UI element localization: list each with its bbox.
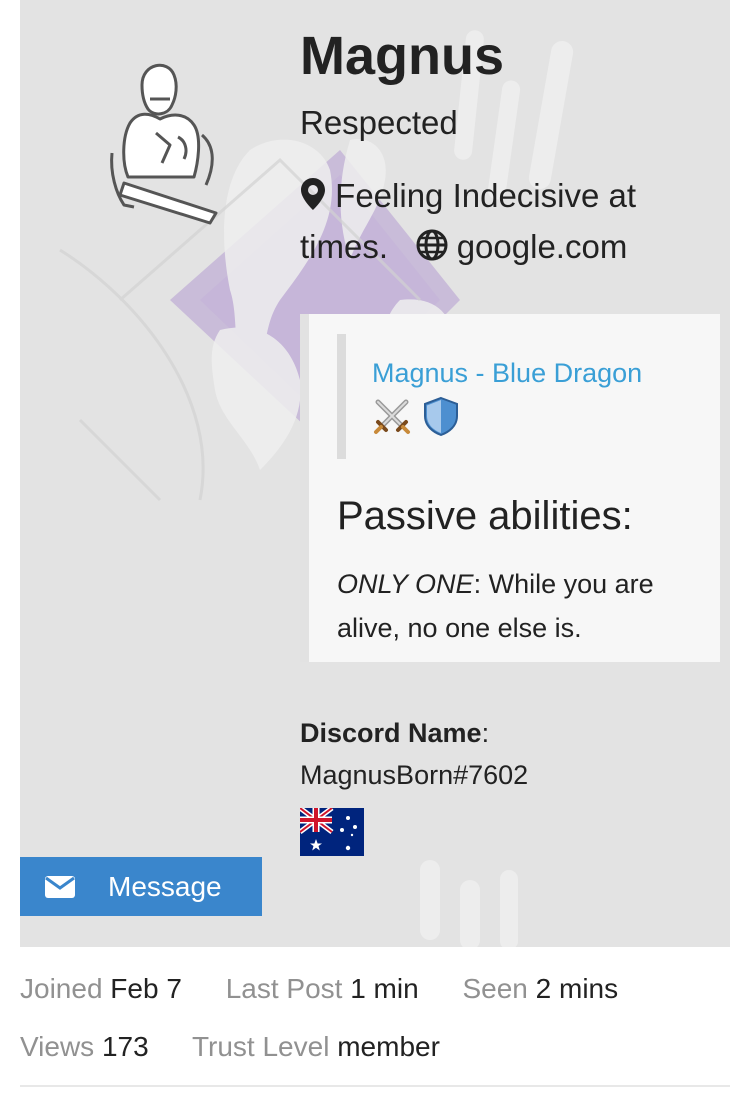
stat-views: Views 173 (20, 1031, 149, 1062)
avatar[interactable] (90, 45, 230, 225)
profile-hero: Magnus Respected Feeling Indecisive at t… (20, 0, 730, 947)
stat-value: member (337, 1031, 440, 1062)
discord-colon: : (481, 718, 490, 748)
ability-name: ONLY ONE (337, 569, 474, 599)
stat-value: 1 min (350, 973, 419, 1004)
map-marker-icon (301, 178, 325, 210)
stat-joined: Joined Feb 7 (20, 973, 182, 1004)
message-button[interactable]: Message (20, 857, 262, 916)
discord-name: MagnusBorn#7602 (300, 760, 529, 790)
username: Magnus (300, 26, 505, 86)
stat-trust-level: Trust Level member (192, 1031, 440, 1062)
stat-label: Seen (462, 973, 528, 1004)
emoji-row (372, 396, 707, 438)
discord-label: Discord Name (300, 718, 482, 748)
envelope-icon (45, 875, 75, 898)
globe-icon (416, 229, 448, 261)
website-link[interactable]: google.com (457, 228, 628, 265)
shield-icon (424, 396, 459, 437)
message-button-label: Message (108, 870, 222, 902)
location-line: Feeling Indecisive at times. google.com (300, 170, 690, 272)
bottom-divider (20, 1085, 730, 1087)
stat-value: 2 mins (535, 973, 619, 1004)
stat-label: Trust Level (191, 1031, 330, 1062)
user-stats: Joined Feb 7 Last Post 1 min Seen 2 mins… (20, 962, 730, 1078)
quote-link[interactable]: Magnus - Blue Dragon (372, 356, 707, 390)
stats-row: Joined Feb 7 Last Post 1 min Seen 2 mins (20, 962, 730, 1020)
stat-label: Last Post (225, 973, 343, 1004)
bio-card: Magnus - Blue Dragon Passive abilities: … (300, 314, 720, 662)
stat-value: Feb 7 (110, 973, 182, 1004)
stat-label: Views (20, 1031, 95, 1062)
crossed-swords-icon (374, 399, 410, 434)
stat-last-post: Last Post 1 min (226, 973, 419, 1004)
stats-row: Views 173 Trust Level member (20, 1020, 730, 1078)
bio-quote: Magnus - Blue Dragon (337, 334, 707, 459)
stat-label: Joined (20, 973, 103, 1004)
passive-ability-text: ONLY ONE: While you are alive, no one el… (337, 562, 707, 650)
australia-flag-icon (300, 808, 364, 856)
stat-seen: Seen 2 mins (462, 973, 618, 1004)
discord-field: Discord Name: MagnusBorn#7602 (300, 712, 528, 796)
passive-abilities-heading: Passive abilities: (337, 494, 633, 538)
user-title: Respected (300, 104, 458, 141)
stat-value: 173 (101, 1031, 149, 1062)
